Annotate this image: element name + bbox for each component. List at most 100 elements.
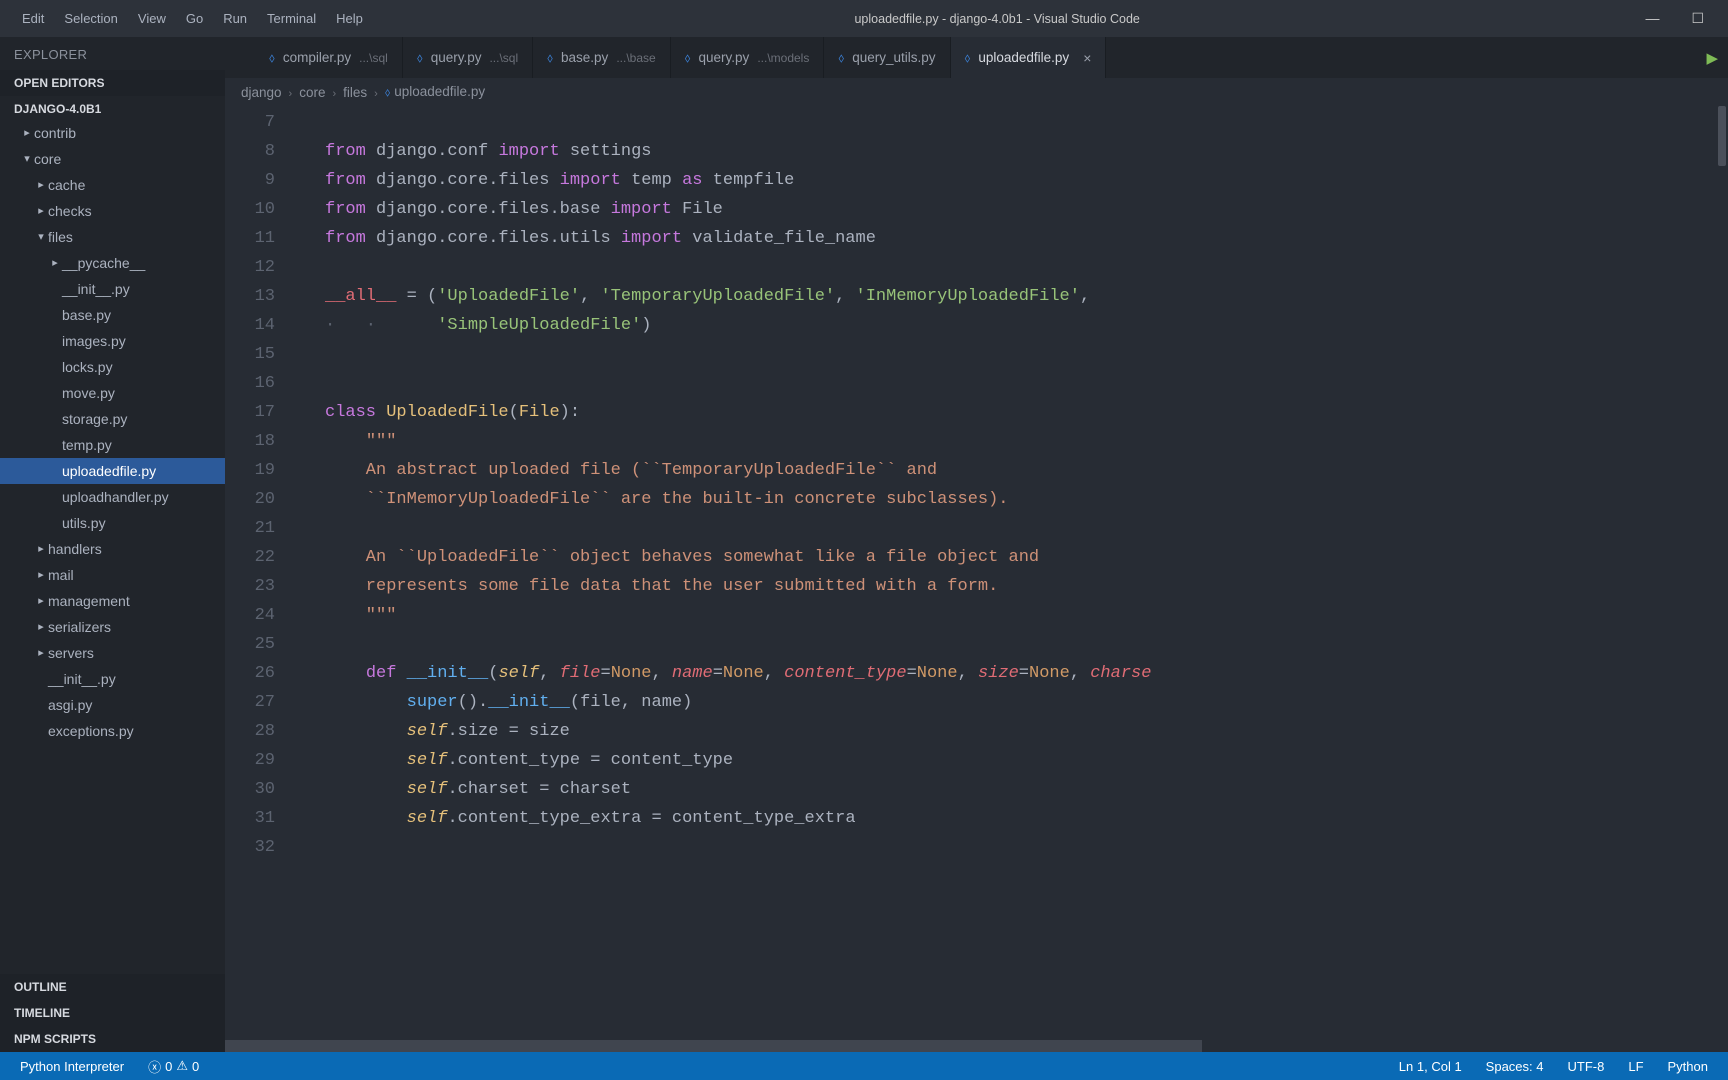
chevron-right-icon[interactable] — [34, 198, 48, 224]
tree-item-images-py[interactable]: images.py — [0, 328, 225, 354]
tree-item-uploadedfile-py[interactable]: uploadedfile.py — [0, 458, 225, 484]
tree-item-serializers[interactable]: serializers — [0, 614, 225, 640]
chevron-right-icon[interactable] — [34, 588, 48, 614]
tab-query_utils-py[interactable]: ⬨query_utils.py — [824, 37, 950, 78]
tree-item--pycache-[interactable]: __pycache__ — [0, 250, 225, 276]
code-line[interactable]: """ — [325, 601, 1728, 630]
tree-item-uploadhandler-py[interactable]: uploadhandler.py — [0, 484, 225, 510]
code-line[interactable]: __all__ = ('UploadedFile', 'TemporaryUpl… — [325, 282, 1728, 311]
menu-go[interactable]: Go — [176, 0, 213, 37]
breadcrumb-item[interactable]: core› — [299, 85, 343, 100]
maximize-icon[interactable]: ☐ — [1685, 10, 1710, 27]
tree-item-checks[interactable]: checks — [0, 198, 225, 224]
status-encoding[interactable]: UTF-8 — [1560, 1059, 1613, 1074]
outline-section[interactable]: OUTLINE — [0, 974, 225, 1000]
menu-help[interactable]: Help — [326, 0, 373, 37]
tab-compiler-py[interactable]: ⬨compiler.py...\sql — [255, 37, 403, 78]
code-line[interactable]: · · 'SimpleUploadedFile') — [325, 311, 1728, 340]
run-icon[interactable]: ▶ — [1706, 49, 1718, 67]
chevron-right-icon[interactable] — [20, 120, 34, 146]
tree-item-cache[interactable]: cache — [0, 172, 225, 198]
timeline-section[interactable]: TIMELINE — [0, 1000, 225, 1026]
tree-item-core[interactable]: core — [0, 146, 225, 172]
tree-item-storage-py[interactable]: storage.py — [0, 406, 225, 432]
tree-item-servers[interactable]: servers — [0, 640, 225, 666]
code-line[interactable]: super().__init__(file, name) — [325, 688, 1728, 717]
code-line[interactable]: self.size = size — [325, 717, 1728, 746]
code-line[interactable]: An abstract uploaded file (``TemporaryUp… — [325, 456, 1728, 485]
chevron-right-icon[interactable] — [34, 640, 48, 666]
code-line[interactable] — [325, 630, 1728, 659]
tree-item-files[interactable]: files — [0, 224, 225, 250]
horizontal-scrollbar[interactable] — [225, 1040, 1202, 1052]
code-line[interactable] — [325, 514, 1728, 543]
tree-item-locks-py[interactable]: locks.py — [0, 354, 225, 380]
tree-item-mail[interactable]: mail — [0, 562, 225, 588]
chevron-right-icon[interactable] — [34, 562, 48, 588]
open-editors-section[interactable]: OPEN EDITORS — [0, 70, 225, 96]
tab-query-py[interactable]: ⬨query.py...\sql — [403, 37, 533, 78]
code-line[interactable]: from django.conf import settings — [325, 137, 1728, 166]
code-content[interactable]: from django.conf import settingsfrom dja… — [295, 108, 1728, 862]
breadcrumb-item[interactable]: django› — [241, 85, 299, 100]
code-line[interactable]: from django.core.files.base import File — [325, 195, 1728, 224]
tree-item-move-py[interactable]: move.py — [0, 380, 225, 406]
code-line[interactable] — [325, 340, 1728, 369]
breadcrumb-item[interactable]: ⬨uploadedfile.py — [385, 84, 485, 100]
code-line[interactable]: def __init__(self, file=None, name=None,… — [325, 659, 1728, 688]
tree-item-exceptions-py[interactable]: exceptions.py — [0, 718, 225, 744]
chevron-down-icon[interactable] — [34, 224, 48, 250]
close-icon[interactable]: × — [1083, 50, 1091, 66]
minimize-icon[interactable]: — — [1639, 10, 1665, 27]
menu-selection[interactable]: Selection — [54, 0, 127, 37]
code-line[interactable]: class UploadedFile(File): — [325, 398, 1728, 427]
tree-item-contrib[interactable]: contrib — [0, 120, 225, 146]
code-line[interactable] — [325, 833, 1728, 862]
breadcrumb-item[interactable]: files› — [343, 85, 385, 100]
minimap-scrollbar[interactable] — [1718, 106, 1726, 166]
tree-item-asgi-py[interactable]: asgi.py — [0, 692, 225, 718]
menu-run[interactable]: Run — [213, 0, 257, 37]
code-line[interactable]: from django.core.files.utils import vali… — [325, 224, 1728, 253]
code-line[interactable]: ``InMemoryUploadedFile`` are the built-i… — [325, 485, 1728, 514]
menu-terminal[interactable]: Terminal — [257, 0, 326, 37]
tree-item--init-py[interactable]: __init__.py — [0, 276, 225, 302]
code-line[interactable] — [325, 253, 1728, 282]
chevron-right-icon[interactable] — [34, 172, 48, 198]
menu-edit[interactable]: Edit — [12, 0, 54, 37]
npm-scripts-section[interactable]: NPM SCRIPTS — [0, 1026, 225, 1052]
code-line[interactable] — [325, 108, 1728, 137]
code-line[interactable]: represents some file data that the user … — [325, 572, 1728, 601]
tree-item-label: asgi.py — [48, 692, 92, 718]
tree-item-handlers[interactable]: handlers — [0, 536, 225, 562]
status-problems[interactable]: ⓧ0 ⚠0 — [140, 1057, 207, 1076]
menu-view[interactable]: View — [128, 0, 176, 37]
project-root[interactable]: DJANGO-4.0B1 — [0, 96, 225, 120]
status-eol[interactable]: LF — [1620, 1059, 1651, 1074]
status-language[interactable]: Python — [1660, 1059, 1716, 1074]
tree-item-management[interactable]: management — [0, 588, 225, 614]
tab-base-py[interactable]: ⬨base.py...\base — [533, 37, 671, 78]
tree-item--init-py[interactable]: __init__.py — [0, 666, 225, 692]
chevron-right-icon[interactable] — [48, 250, 62, 276]
code-editor[interactable]: 7891011121314151617181920212223242526272… — [225, 106, 1728, 1052]
status-cursor-pos[interactable]: Ln 1, Col 1 — [1391, 1059, 1470, 1074]
status-indent[interactable]: Spaces: 4 — [1478, 1059, 1552, 1074]
code-line[interactable]: from django.core.files import temp as te… — [325, 166, 1728, 195]
code-line[interactable]: """ — [325, 427, 1728, 456]
tree-item-utils-py[interactable]: utils.py — [0, 510, 225, 536]
chevron-right-icon[interactable] — [34, 536, 48, 562]
tab-uploadedfile-py[interactable]: ⬨uploadedfile.py× — [951, 37, 1107, 78]
breadcrumbs[interactable]: django›core›files›⬨uploadedfile.py — [225, 78, 1728, 106]
code-line[interactable]: self.charset = charset — [325, 775, 1728, 804]
code-line[interactable]: self.content_type = content_type — [325, 746, 1728, 775]
code-line[interactable]: self.content_type_extra = content_type_e… — [325, 804, 1728, 833]
tab-query-py[interactable]: ⬨query.py...\models — [671, 37, 825, 78]
tree-item-temp-py[interactable]: temp.py — [0, 432, 225, 458]
code-line[interactable]: An ``UploadedFile`` object behaves somew… — [325, 543, 1728, 572]
code-line[interactable] — [325, 369, 1728, 398]
status-interpreter[interactable]: Python Interpreter — [12, 1059, 132, 1074]
chevron-right-icon[interactable] — [34, 614, 48, 640]
tree-item-base-py[interactable]: base.py — [0, 302, 225, 328]
chevron-down-icon[interactable] — [20, 146, 34, 172]
